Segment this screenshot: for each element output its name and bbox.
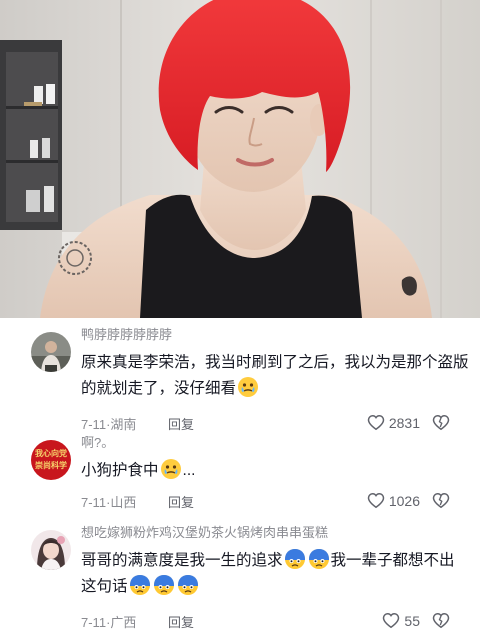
person-photo-icon	[31, 332, 71, 372]
dislike-button[interactable]	[432, 414, 450, 436]
comment-date: 7-11	[81, 417, 107, 432]
comment-text: 原来真是李荣浩，我当时刷到了之后，我以为是那个盗版的就划走了，没仔细看	[81, 350, 470, 402]
like-count: 55	[404, 612, 420, 629]
video-frame[interactable]	[0, 0, 480, 318]
comment-text-span: 原来真是李荣浩，我当时刷到了之后，我以为是那个盗版的就划走了，没仔细看	[81, 354, 469, 397]
comment-date: 7-11	[81, 615, 107, 630]
avatar-slogan-line2: 崇尚科学	[35, 461, 67, 470]
like-count: 1026	[388, 492, 420, 509]
comment-date: 7-11	[81, 495, 107, 510]
girl-photo-icon	[31, 530, 71, 570]
dislike-button[interactable]	[432, 492, 450, 514]
avatar[interactable]: 我心向党 崇尚科学	[31, 440, 71, 480]
comment-nickname[interactable]: 啊?。	[81, 434, 470, 452]
crying-face-emoji-icon	[177, 574, 199, 596]
comment-nickname[interactable]: 鸭脖脖脖脖脖脖	[81, 326, 470, 344]
heart-icon	[367, 414, 385, 431]
reply-button[interactable]: 回复	[168, 615, 194, 630]
comment-nickname[interactable]: 想吃嫁狮粉炸鸡汉堡奶茶火锅烤肉串串蛋糕	[81, 524, 470, 542]
avatar[interactable]	[31, 530, 71, 570]
like-button[interactable]: 1026	[367, 492, 420, 509]
crying-face-emoji-icon	[129, 574, 151, 596]
like-button[interactable]: 55	[382, 612, 420, 629]
crying-face-emoji-icon	[284, 548, 306, 570]
heart-icon	[367, 492, 385, 509]
comment-meta: 7-11·广西 回复	[81, 615, 195, 630]
avatar[interactable]	[31, 332, 71, 372]
avatar-slogan-line1: 我心向党	[35, 449, 67, 458]
comment-location: 湖南	[110, 417, 137, 432]
comment-meta: 7-11·湖南 回复	[81, 417, 195, 432]
dislike-button[interactable]	[432, 612, 450, 634]
comment-meta: 7-11·山西 回复	[81, 495, 195, 510]
broken-heart-icon	[432, 612, 450, 629]
comment-text: 小狗护食中...	[81, 458, 470, 484]
comment-text-ellipsis: ...	[182, 462, 196, 479]
comment-text-span: 小狗护食中	[81, 462, 159, 479]
crying-face-emoji-icon	[308, 548, 330, 570]
like-button[interactable]: 2831	[367, 414, 420, 431]
comment-text: 哥哥的满意度是我一生的追求 我一辈子都想不出这句话	[81, 548, 470, 600]
reply-button[interactable]: 回复	[168, 417, 194, 432]
like-count: 2831	[388, 414, 420, 431]
crying-face-emoji-icon	[153, 574, 175, 596]
teary-face-emoji-icon	[160, 458, 182, 480]
comment-location: 山西	[110, 495, 137, 510]
comment-text-span: 哥哥的满意度是我一生的追求	[81, 552, 283, 569]
comment-location: 广西	[110, 615, 137, 630]
broken-heart-icon	[432, 492, 450, 509]
comment-list: 鸭脖脖脖脖脖脖 原来真是李荣浩，我当时刷到了之后，我以为是那个盗版的就划走了，没…	[0, 318, 480, 640]
person-photo	[0, 0, 480, 318]
teary-face-emoji-icon	[237, 376, 259, 398]
broken-heart-icon	[432, 414, 450, 431]
heart-icon	[383, 612, 400, 629]
reply-button[interactable]: 回复	[168, 495, 194, 510]
